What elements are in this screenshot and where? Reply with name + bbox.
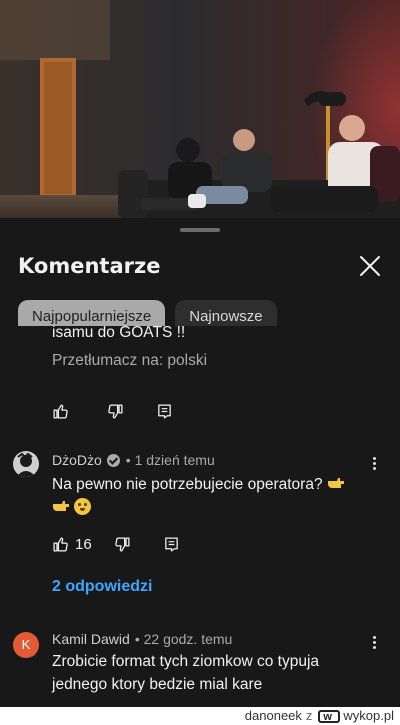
avatar[interactable]: K bbox=[13, 632, 39, 658]
comment-line: Zrobicie format tych ziomkow co typuja bbox=[52, 653, 320, 670]
translate-link[interactable]: Przetłumacz na: polski bbox=[52, 352, 207, 370]
comment-time: • 22 godz. temu bbox=[134, 631, 233, 647]
comment-meta: DżoDżo • 1 dzień temu bbox=[52, 452, 215, 468]
comment-meta: Kamil Dawid • 22 godz. temu bbox=[52, 631, 232, 647]
thumbs-up-icon bbox=[53, 536, 68, 552]
verified-icon bbox=[106, 453, 120, 467]
watermark: danoneek z wykop.pl bbox=[245, 707, 394, 725]
comment-icon bbox=[158, 403, 171, 419]
like-count: 16 bbox=[75, 535, 92, 553]
more-options-icon[interactable] bbox=[366, 634, 382, 654]
dislike-button[interactable] bbox=[114, 536, 131, 553]
reply-button[interactable] bbox=[163, 536, 180, 553]
sheet-title: Komentarze bbox=[18, 254, 161, 278]
comment-icon bbox=[164, 536, 178, 552]
like-button[interactable]: 16 bbox=[52, 536, 92, 553]
author-name[interactable]: DżoDżo bbox=[52, 452, 102, 468]
watermark-user: danoneek bbox=[244, 708, 302, 723]
like-button[interactable] bbox=[52, 403, 69, 420]
video-player[interactable] bbox=[0, 0, 400, 218]
pointing-hand-emoji bbox=[53, 501, 69, 511]
comment-text: isamu do GOATS !! bbox=[52, 326, 186, 341]
comment-line: jednego ktory bedzie mial kare bbox=[52, 676, 263, 693]
close-icon[interactable] bbox=[356, 252, 384, 280]
avatar[interactable] bbox=[13, 451, 39, 477]
thumbs-up-icon bbox=[53, 403, 68, 419]
comment-body: Na pewno nie potrzebujecie operatora? bbox=[52, 476, 323, 493]
comment-text: Zrobicie format tych ziomkow co typuja j… bbox=[52, 650, 367, 696]
wykop-logo-icon bbox=[318, 708, 341, 725]
dislike-button[interactable] bbox=[107, 403, 124, 420]
comment-text: Na pewno nie potrzebujecie operatora? bbox=[52, 473, 367, 519]
comment-time: • 1 dzień temu bbox=[125, 452, 215, 468]
pointing-hand-emoji bbox=[327, 478, 344, 488]
more-options-icon[interactable] bbox=[366, 455, 382, 475]
drag-handle[interactable] bbox=[180, 228, 220, 232]
watermark-site: wykop.pl bbox=[343, 708, 394, 723]
comment-actions bbox=[52, 399, 195, 423]
thumbs-down-icon bbox=[114, 536, 130, 552]
author-name[interactable]: Kamil Dawid bbox=[52, 631, 130, 647]
comment-actions: 16 bbox=[52, 532, 202, 556]
watermark-bar: danoneek z wykop.pl bbox=[0, 707, 400, 725]
comments-sheet: Komentarze Najpopularniejsze Najnowsze i… bbox=[0, 218, 400, 725]
reply-button[interactable] bbox=[156, 403, 173, 420]
pleading-face-emoji bbox=[74, 498, 92, 515]
comments-list[interactable]: isamu do GOATS !! Przetłumacz na: polski bbox=[0, 326, 400, 725]
watermark-sep: z bbox=[305, 708, 313, 723]
video-frame bbox=[0, 0, 400, 218]
thumbs-down-icon bbox=[108, 403, 123, 419]
view-replies-button[interactable]: 2 odpowiedzi bbox=[52, 578, 152, 596]
